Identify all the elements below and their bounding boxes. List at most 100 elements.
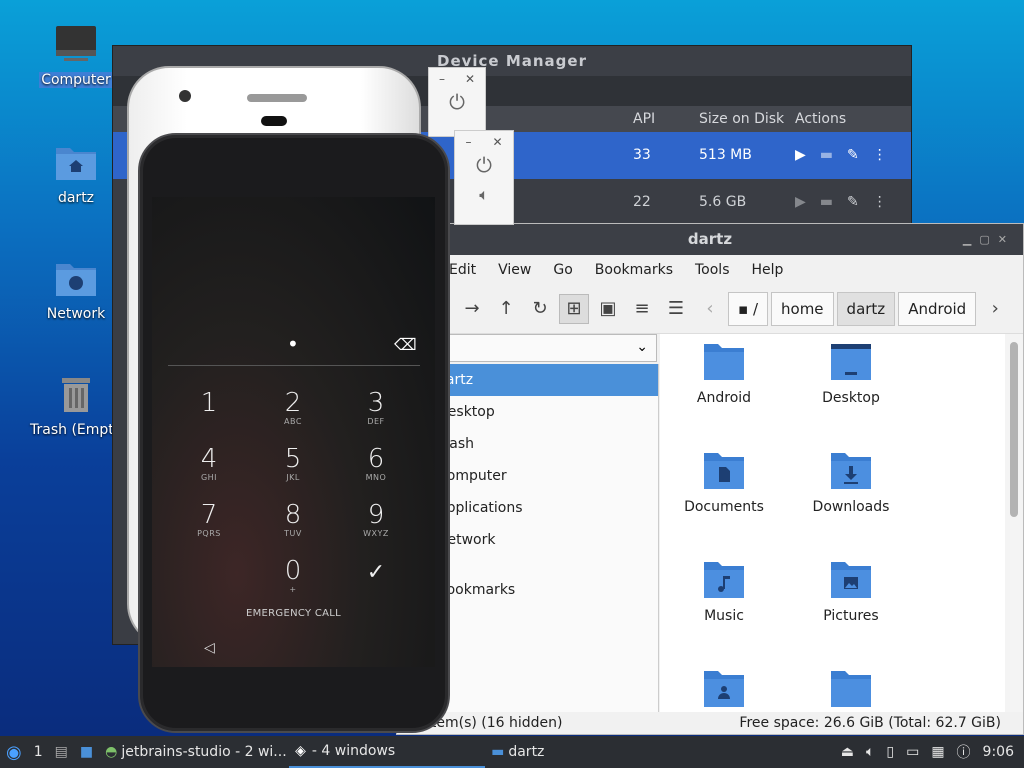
keypad-key[interactable]: 7 PQRS bbox=[179, 501, 239, 538]
window-title: dartz bbox=[687, 230, 733, 248]
play-icon[interactable]: ▶ bbox=[795, 132, 806, 179]
menu-edit[interactable]: Edit bbox=[449, 262, 476, 278]
scrollbar-thumb[interactable] bbox=[1010, 342, 1018, 517]
edit-icon[interactable]: ✎ bbox=[847, 132, 859, 179]
icon-view-icon[interactable]: ⊞ bbox=[559, 293, 589, 324]
show-desktop-icon[interactable]: ■ bbox=[74, 736, 99, 768]
file-manager-titlebar[interactable]: dartz ▁▢✕ bbox=[397, 224, 1023, 255]
mini-window-controls[interactable]: – ✕ bbox=[429, 68, 485, 90]
keypad-key[interactable]: 6 MNO bbox=[346, 445, 406, 482]
keypad-key[interactable]: 8 TUV bbox=[263, 501, 323, 538]
checkmark-icon[interactable]: ✓ bbox=[346, 560, 406, 585]
clock[interactable]: 9:06 bbox=[977, 736, 1024, 768]
desktop-icon-home[interactable]: dartz bbox=[30, 140, 122, 206]
keypad-key[interactable]: 4 GHI bbox=[179, 445, 239, 482]
clipboard-icon[interactable]: ▯ bbox=[880, 736, 900, 768]
downloads-folder-icon bbox=[831, 453, 871, 489]
device-api: 33 bbox=[633, 147, 651, 163]
folder-public[interactable] bbox=[664, 669, 784, 717]
folder-icon: ▬ bbox=[491, 744, 505, 760]
list-view-icon[interactable]: ☰ bbox=[661, 294, 691, 324]
more-icon[interactable]: ⋮ bbox=[873, 132, 887, 179]
desktop-icon-trash[interactable]: Trash (Empty) bbox=[30, 372, 128, 438]
computer-icon bbox=[56, 26, 96, 61]
places-dropdown[interactable]: ⌄ bbox=[437, 334, 657, 362]
workspace-switcher[interactable]: 1 bbox=[28, 736, 49, 768]
vertical-scrollbar[interactable] bbox=[1005, 334, 1023, 712]
keypad-key[interactable]: 0 + bbox=[263, 557, 323, 594]
desktop-folder-icon bbox=[831, 344, 871, 380]
power-icon[interactable]: ⏻ bbox=[455, 153, 513, 177]
mini-window-controls[interactable]: – ✕ bbox=[455, 131, 513, 153]
up-icon[interactable]: ↑ bbox=[491, 294, 521, 324]
network-icon[interactable]: ▦ bbox=[925, 736, 950, 768]
trash-icon bbox=[62, 378, 90, 412]
folder-music[interactable]: Music bbox=[664, 560, 784, 624]
volume-icon[interactable]: 🔈︎ bbox=[860, 736, 880, 768]
breadcrumb-android[interactable]: Android bbox=[898, 291, 977, 326]
taskbar-item-label: - 4 windows bbox=[311, 743, 396, 759]
edit-icon[interactable]: ✎ bbox=[847, 179, 859, 226]
file-manager-window: dartz ▁▢✕ Edit View Go Bookmarks Tools H… bbox=[396, 223, 1024, 735]
folder-documents[interactable]: Documents bbox=[664, 451, 784, 515]
folder-desktop[interactable]: Desktop bbox=[791, 342, 911, 406]
emulator-icon: ◈ bbox=[295, 743, 306, 759]
taskbar-item-label: dartz bbox=[508, 744, 545, 760]
volume-icon[interactable]: 🔈︎ bbox=[455, 185, 513, 205]
thumbnail-view-icon[interactable]: ▣ bbox=[593, 294, 623, 324]
menu-help[interactable]: Help bbox=[752, 262, 784, 278]
column-size[interactable]: Size on Disk bbox=[691, 106, 787, 132]
folder-downloads[interactable]: Downloads bbox=[791, 451, 911, 515]
eject-icon[interactable]: ⏏ bbox=[835, 736, 860, 768]
menu-tools[interactable]: Tools bbox=[695, 262, 730, 278]
keypad-key[interactable]: 5 JKL bbox=[263, 445, 323, 482]
chevron-down-icon: ⌄ bbox=[636, 339, 648, 355]
folder-android[interactable]: Android bbox=[664, 342, 784, 406]
folder-label: Android bbox=[696, 390, 752, 406]
pin-entry-dot: • bbox=[287, 332, 299, 356]
backspace-icon[interactable]: ⌫ bbox=[394, 335, 417, 354]
reload-icon[interactable]: ↻ bbox=[525, 294, 555, 324]
forward-icon[interactable]: → bbox=[457, 294, 487, 324]
taskbar-item-studio[interactable]: ◓ jetbrains-studio - 2 wi... bbox=[99, 736, 289, 768]
play-icon[interactable]: ▶ bbox=[795, 179, 806, 226]
emergency-call-button[interactable]: EMERGENCY CALL bbox=[152, 608, 435, 619]
more-icon[interactable]: ⋮ bbox=[873, 179, 887, 226]
breadcrumb-dartz[interactable]: dartz bbox=[836, 291, 896, 326]
taskbar-item-emulator[interactable]: ◈ - 4 windows bbox=[289, 736, 486, 768]
keypad-key[interactable]: 1 bbox=[179, 389, 239, 417]
window-controls[interactable]: ▁▢✕ bbox=[963, 224, 1015, 255]
compact-view-icon[interactable]: ≡ bbox=[627, 294, 657, 324]
start-menu-icon[interactable]: ◉ bbox=[0, 736, 28, 768]
folder-generic[interactable] bbox=[791, 669, 911, 717]
desktop-icon-computer[interactable]: Computer bbox=[30, 22, 122, 88]
folder-icon bbox=[831, 671, 871, 707]
emulator-screen[interactable]: • ⌫ 1 2 ABC 3 DEF 4 GHI 5 JKL 6 MNO 7 PQRS 8 TU… bbox=[152, 197, 435, 667]
notification-icon[interactable]: ⓘ bbox=[951, 736, 977, 768]
breadcrumb-root[interactable]: ▪ / bbox=[728, 291, 769, 326]
keyboard-icon[interactable]: ▭ bbox=[900, 736, 925, 768]
keypad-key[interactable]: 9 WXYZ bbox=[346, 501, 406, 538]
breadcrumb-home[interactable]: home bbox=[771, 291, 834, 326]
folder-action-icon[interactable]: ▬ bbox=[820, 179, 833, 226]
menu-view[interactable]: View bbox=[498, 262, 531, 278]
taskbar-item-dartz[interactable]: ▬ dartz bbox=[485, 736, 675, 768]
desktop-icon-label: dartz bbox=[57, 190, 95, 206]
music-folder-icon bbox=[704, 562, 744, 598]
power-icon[interactable]: ⏻ bbox=[429, 90, 485, 114]
column-api[interactable]: API bbox=[625, 106, 691, 132]
desktop-icon-network[interactable]: Network bbox=[30, 256, 122, 322]
folder-label: Pictures bbox=[823, 608, 879, 624]
back-nav-icon[interactable]: ◁ bbox=[204, 640, 215, 656]
menu-bookmarks[interactable]: Bookmarks bbox=[595, 262, 673, 278]
breadcrumb-right-icon[interactable]: › bbox=[980, 294, 1010, 324]
camera-icon bbox=[179, 90, 191, 102]
file-manager-launcher-icon[interactable]: ▤ bbox=[49, 736, 74, 768]
menu-go[interactable]: Go bbox=[553, 262, 572, 278]
folder-pictures[interactable]: Pictures bbox=[791, 560, 911, 624]
keypad-key[interactable]: 2 ABC bbox=[263, 389, 323, 426]
folder-action-icon[interactable]: ▬ bbox=[820, 132, 833, 179]
breadcrumb-left-icon[interactable]: ‹ bbox=[695, 294, 725, 324]
keypad-key[interactable]: 3 DEF bbox=[346, 389, 406, 426]
network-folder-icon bbox=[56, 264, 96, 296]
